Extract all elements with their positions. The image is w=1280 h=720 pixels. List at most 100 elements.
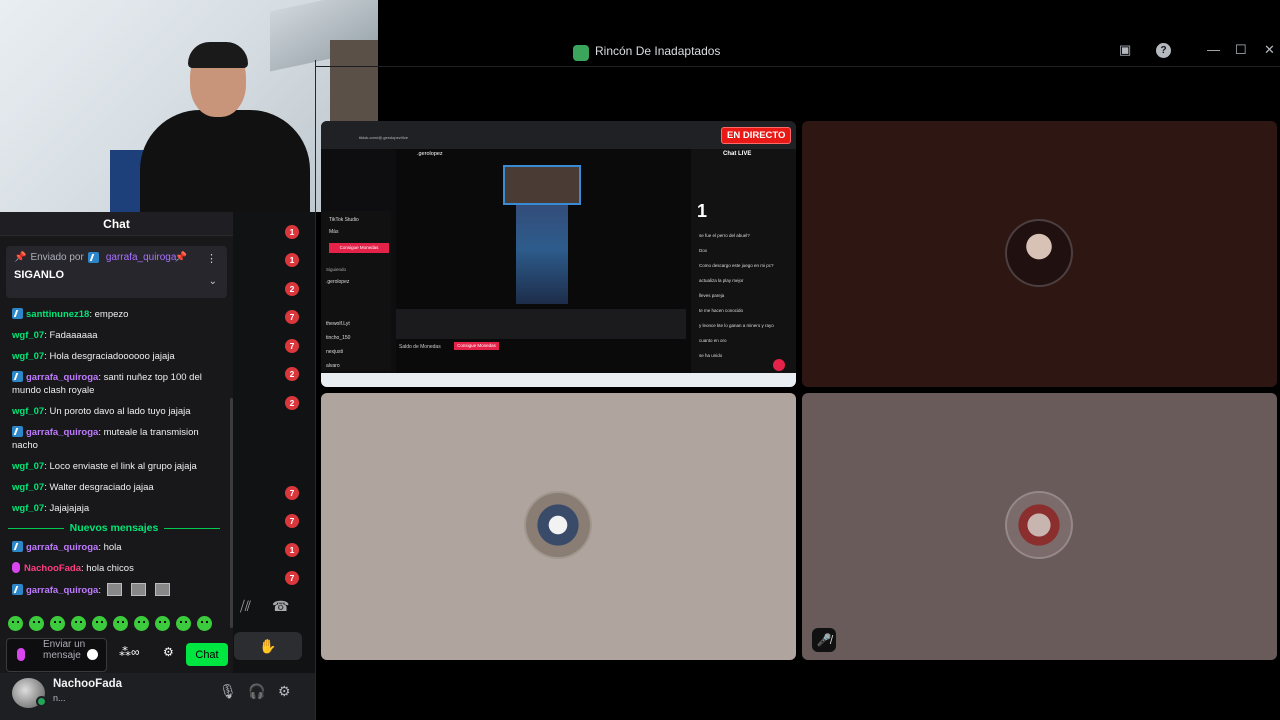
pinned-text: SIGANLO <box>14 269 65 281</box>
emote-icon[interactable] <box>8 616 23 631</box>
live-badge: EN DIRECTO <box>721 127 792 144</box>
chat-send-button[interactable]: Chat <box>186 643 228 666</box>
emote-bar <box>8 616 212 631</box>
notification-count-badge: 7 <box>285 486 299 500</box>
online-status-icon <box>36 696 47 707</box>
chat-message: garrafa_quiroga: <box>0 579 228 601</box>
emote-icon[interactable] <box>176 616 191 631</box>
streamer-name: .gerolopez <box>417 151 443 157</box>
emote-icon[interactable] <box>29 616 44 631</box>
streamer-torso <box>140 110 310 212</box>
microphone-icon[interactable]: 🎙 <box>219 683 237 700</box>
rank-number: 1 <box>697 201 708 221</box>
minimize-icon[interactable]: — <box>1207 42 1220 57</box>
user-badge-icon <box>12 426 23 437</box>
headphones-icon[interactable]: 🎧 <box>248 683 265 700</box>
participant-tile[interactable] <box>802 393 1277 660</box>
participant-tile[interactable] <box>802 121 1277 387</box>
chat-username[interactable]: wgf_07 <box>12 406 44 417</box>
chat-username[interactable]: wgf_07 <box>12 503 44 514</box>
user-badge-icon <box>12 584 23 595</box>
emote-icon[interactable] <box>197 616 212 631</box>
notification-count-badge: 2 <box>285 367 299 381</box>
channel-item[interactable]: thewolf.Lyt <box>326 321 350 327</box>
tiktok-studio-label: TikTok Studio <box>329 217 359 223</box>
windows-taskbar <box>321 373 796 387</box>
channel-item[interactable]: alvaro <box>326 363 340 369</box>
tiktok-sidebar: TikTok Studio Más Consigue Monedas Sigui… <box>321 211 391 371</box>
emote-icon[interactable] <box>134 616 149 631</box>
chat-username[interactable]: wgf_07 <box>12 461 44 472</box>
emote-icon[interactable] <box>71 616 86 631</box>
pinned-user[interactable]: garrafa_quiroga <box>106 252 177 263</box>
inbox-icon[interactable]: ▣ <box>1119 42 1131 58</box>
notification-count-badge: 7 <box>285 571 299 585</box>
notification-count-badge: 1 <box>285 543 299 557</box>
coins-button[interactable]: Consigue Monedas <box>454 342 499 350</box>
browser-url: tiktok.com/@.gerolopez/live <box>359 135 408 140</box>
server-name: Rincón De Inadaptados <box>595 44 721 58</box>
more-options-icon[interactable]: ⋮ <box>206 252 217 265</box>
emote-icon[interactable] <box>92 616 107 631</box>
chat-text: : Loco enviaste el link al grupo jajaja <box>44 461 197 472</box>
user-badge-icon <box>12 371 23 382</box>
help-icon[interactable]: ? <box>1156 43 1171 58</box>
emote-icon[interactable] <box>50 616 65 631</box>
gift-bar <box>396 309 686 339</box>
emote-icon[interactable] <box>155 616 170 631</box>
unpin-icon[interactable]: 📌 <box>175 252 187 263</box>
chat-message: wgf_07: Fadaaaaaa <box>0 325 228 346</box>
user-panel: NachooFada n... 🎙 🎧 ⚙ <box>0 673 315 720</box>
chat-username[interactable]: garrafa_quiroga <box>26 427 98 438</box>
message-list: santtinunez18: empezo wgf_07: Fadaaaaaa wg… <box>0 304 228 601</box>
chat-username[interactable]: wgf_07 <box>12 330 44 341</box>
chevron-down-icon[interactable]: ⌄ <box>209 276 217 287</box>
title-divider <box>316 66 1280 67</box>
channel-item[interactable]: tincho_150 <box>326 335 350 341</box>
activity-icon[interactable]: ✋ <box>234 632 302 660</box>
live-chat-line: lleves pareja <box>699 293 725 298</box>
channel-item[interactable]: nexjusti <box>326 349 343 355</box>
chat-settings-icon[interactable]: ⚙ <box>163 645 174 659</box>
maximize-icon[interactable]: ☐ <box>1235 42 1247 58</box>
chat-username[interactable]: santtinunez18 <box>26 309 89 320</box>
stream-tile[interactable]: tiktok.com/@.gerolopez/live EN DIRECTO T… <box>321 121 796 387</box>
chat-input[interactable]: Enviar un mensaje <box>6 638 107 672</box>
participant-avatar <box>1005 491 1073 559</box>
chat-username[interactable]: wgf_07 <box>12 351 44 362</box>
notification-count-badge: 2 <box>285 396 299 410</box>
chat-message: wgf_07: Hola desgraciadoooooo jajaja <box>0 346 228 367</box>
emoji-icon[interactable] <box>87 649 98 660</box>
pinned-sent-by-label: Enviado por <box>30 252 84 263</box>
close-icon[interactable]: ✕ <box>1264 42 1275 58</box>
channel-item[interactable]: .gerolopez <box>326 279 349 285</box>
chat-username[interactable]: wgf_07 <box>12 482 44 493</box>
live-chat-line: se fue el perro del abuel? <box>699 233 750 238</box>
bits-icon[interactable]: ⁂∞ <box>119 645 140 659</box>
chat-message: wgf_07: Walter desgraciado jajaa <box>0 477 228 498</box>
heart-icon[interactable] <box>773 359 785 371</box>
more-label: Más <box>329 229 339 235</box>
pinned-message[interactable]: 📌 Enviado por garrafa_quiroga SIGANLO 📌 … <box>6 246 227 298</box>
user-badge-icon <box>12 541 23 552</box>
mute-stream-icon[interactable]: ⧸⫽ <box>240 598 270 620</box>
notification-count-badge: 7 <box>285 339 299 353</box>
settings-icon[interactable]: ⚙ <box>278 683 291 700</box>
chat-username[interactable]: garrafa_quiroga <box>26 585 98 596</box>
get-coins-button[interactable]: Consigue Monedas <box>329 243 389 253</box>
new-messages-separator: Nuevos mensajes <box>0 519 228 537</box>
emote-image <box>130 583 146 596</box>
chat-panel: Chat 📌 Enviado por garrafa_quiroga SIGAN… <box>0 212 233 637</box>
disconnect-icon[interactable]: ☎ <box>272 598 302 620</box>
chat-username[interactable]: NachooFada <box>24 563 81 574</box>
chat-message: garrafa_quiroga: muteale la transmision … <box>0 422 228 456</box>
live-chat-line: cuanto en oro <box>699 338 727 343</box>
chat-text: : Hola desgraciadoooooo jajaja <box>44 351 175 362</box>
chat-username[interactable]: garrafa_quiroga <box>26 542 98 553</box>
participant-tile[interactable] <box>321 393 796 660</box>
notification-count-badge: 2 <box>285 282 299 296</box>
chat-message: garrafa_quiroga: santi nuñez top 100 del… <box>0 367 228 401</box>
chat-username[interactable]: garrafa_quiroga <box>26 372 98 383</box>
emote-icon[interactable] <box>113 616 128 631</box>
following-label: Siguiendo <box>326 267 347 272</box>
